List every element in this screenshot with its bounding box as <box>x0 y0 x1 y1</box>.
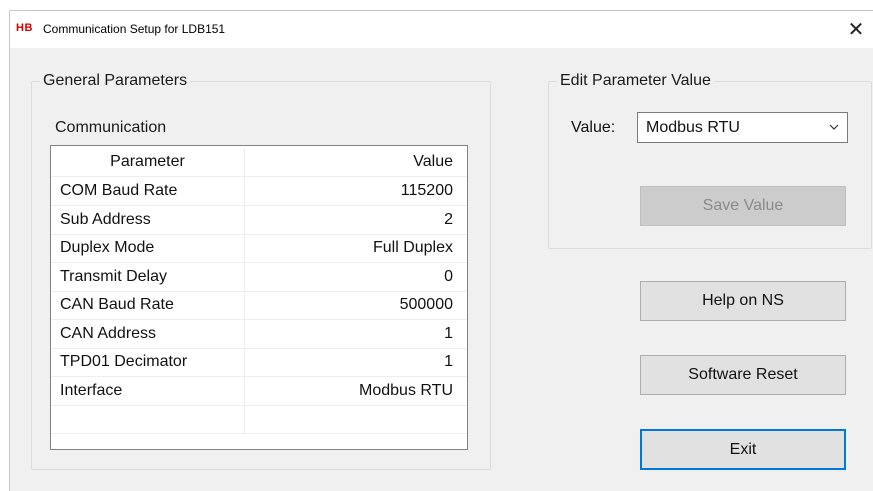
save-value-button[interactable]: Save Value <box>640 186 846 226</box>
row-parameter-cell[interactable]: Transmit Delay <box>51 262 245 292</box>
row-parameter-cell[interactable]: TPD01 Decimator <box>51 348 245 377</box>
value-label: Value: <box>571 119 616 136</box>
value-dropdown-text: Modbus RTU <box>646 119 740 136</box>
row-value-cell[interactable]: 0 <box>245 263 461 292</box>
row-parameter-cell[interactable]: COM Baud Rate <box>51 177 245 206</box>
help-button[interactable]: Help on NS <box>640 281 846 321</box>
row-value-cell[interactable] <box>245 405 461 434</box>
table-row[interactable]: Duplex Mode Full Duplex <box>51 234 467 263</box>
help-button-label: Help on NS <box>702 292 784 309</box>
table-row[interactable]: CAN Address 1 <box>51 319 467 349</box>
title-bar[interactable]: HB Communication Setup for LDB151 ✕ <box>10 11 873 48</box>
table-row[interactable]: CAN Baud Rate 500000 <box>51 291 467 320</box>
table-row[interactable]: Sub Address 2 <box>51 205 467 235</box>
table-row[interactable]: Transmit Delay 0 <box>51 262 467 292</box>
column-header-value[interactable]: Value <box>245 148 461 177</box>
general-parameters-title: General Parameters <box>40 72 191 90</box>
chevron-down-icon <box>829 124 839 130</box>
edit-parameter-title: Edit Parameter Value <box>557 72 714 90</box>
row-parameter-cell[interactable]: Interface <box>51 376 245 406</box>
table-row[interactable]: TPD01 Decimator 1 <box>51 348 467 377</box>
save-value-label: Save Value <box>702 197 784 214</box>
row-value-cell[interactable]: Full Duplex <box>245 234 461 263</box>
dialog-window: HB Communication Setup for LDB151 ✕ Gene… <box>9 10 873 491</box>
row-value-cell[interactable]: 115200 <box>245 177 461 206</box>
close-button[interactable]: ✕ <box>838 11 873 48</box>
table-row[interactable] <box>51 405 467 434</box>
row-value-cell[interactable]: 1 <box>245 320 461 349</box>
exit-button[interactable]: Exit <box>640 429 846 470</box>
parameter-grid[interactable]: Parameter Value COM Baud Rate 115200 Sub A… <box>50 145 468 450</box>
row-parameter-cell[interactable]: Sub Address <box>51 205 245 235</box>
window-title: Communication Setup for LDB151 <box>43 22 226 36</box>
software-reset-button[interactable]: Software Reset <box>640 355 846 395</box>
row-value-cell[interactable]: 1 <box>245 348 461 377</box>
row-parameter-cell[interactable] <box>51 405 245 434</box>
close-icon: ✕ <box>847 19 865 41</box>
software-reset-label: Software Reset <box>688 366 798 383</box>
grid-header: Parameter Value <box>51 148 467 177</box>
hb-logo-icon: HB <box>16 22 33 34</box>
row-value-cell[interactable]: Modbus RTU <box>245 377 461 406</box>
communication-label: Communication <box>55 119 167 136</box>
table-row[interactable]: COM Baud Rate 115200 <box>51 177 467 206</box>
row-parameter-cell[interactable]: CAN Address <box>51 319 245 349</box>
row-value-cell[interactable]: 500000 <box>245 291 461 320</box>
row-parameter-cell[interactable]: CAN Baud Rate <box>51 291 245 320</box>
row-value-cell[interactable]: 2 <box>245 206 461 235</box>
row-parameter-cell[interactable]: Duplex Mode <box>51 234 245 263</box>
value-dropdown[interactable]: Modbus RTU <box>637 112 848 143</box>
table-row[interactable]: Interface Modbus RTU <box>51 376 467 406</box>
column-header-parameter[interactable]: Parameter <box>51 148 245 177</box>
exit-button-label: Exit <box>729 440 757 458</box>
